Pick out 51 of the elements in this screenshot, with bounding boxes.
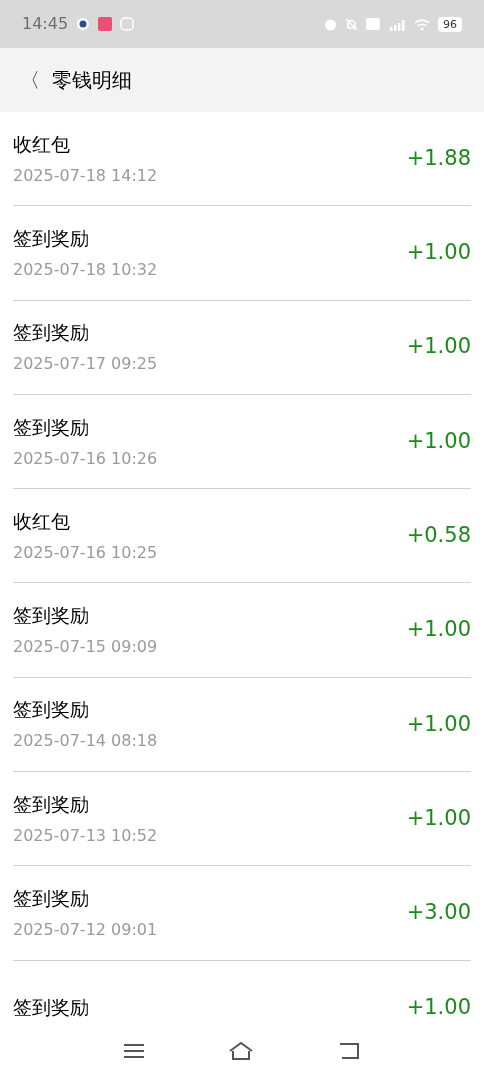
transaction-title: 签到奖励 xyxy=(13,414,90,439)
transaction-title: 收红包 xyxy=(13,508,71,533)
back-icon[interactable] xyxy=(338,1042,360,1060)
transaction-title: 签到奖励 xyxy=(13,320,90,345)
transaction-row[interactable]: 签到奖励 2025-07-14 08:18 +1.00 xyxy=(13,677,471,773)
battery-level: 96 xyxy=(438,16,462,32)
app-icon xyxy=(98,17,113,31)
transaction-date: 2025-07-16 10:26 xyxy=(13,448,159,469)
transaction-amount: +1.00 xyxy=(406,333,471,361)
transaction-date: 2025-07-12 09:01 xyxy=(13,920,159,940)
page-title: 零钱明细 xyxy=(52,67,132,94)
transaction-date: 2025-07-13 10:52 xyxy=(13,825,159,846)
transaction-date: 2025-07-18 10:32 xyxy=(13,259,159,280)
transaction-date: 2025-07-17 09:25 xyxy=(13,354,159,375)
transaction-date: 2025-07-14 08:18 xyxy=(13,731,159,752)
status-time: 14:45 xyxy=(22,13,69,35)
transaction-row[interactable]: 签到奖励 2025-07-16 10:26 +1.00 xyxy=(13,394,471,490)
transaction-row[interactable]: 收红包 2025-07-16 10:25 +0.58 xyxy=(13,489,471,584)
transaction-row[interactable]: 签到奖励 2025-07-12 09:01 +3.00 xyxy=(13,866,471,961)
transaction-title: 签到奖励 xyxy=(13,225,90,250)
transaction-row[interactable]: 签到奖励 2025-07-18 10:32 +1.00 xyxy=(13,206,471,301)
home-icon[interactable] xyxy=(228,1041,254,1061)
transaction-row[interactable]: 签到奖励 2025-07-15 09:09 +1.00 xyxy=(13,583,471,678)
transaction-row[interactable]: 收红包 2025-07-18 14:12 +1.88 xyxy=(13,112,471,207)
transaction-row[interactable]: 签到奖励 2025-07-17 09:25 +1.00 xyxy=(13,300,471,395)
signal-icon xyxy=(388,17,406,31)
transaction-row[interactable]: 签到奖励 2025-07-13 10:52 +1.00 xyxy=(13,772,471,867)
transaction-date: 2025-07-18 14:12 xyxy=(13,165,159,186)
transaction-date: 2025-07-15 09:09 xyxy=(13,637,159,658)
app-icon xyxy=(120,17,135,31)
transaction-amount: +1.00 xyxy=(406,616,471,644)
transaction-amount: +1.00 xyxy=(406,427,471,455)
transaction-title: 签到奖励 xyxy=(13,995,90,1020)
back-button[interactable]: 〈 xyxy=(20,65,40,95)
transaction-date: 2025-07-16 10:25 xyxy=(13,542,159,563)
app-icon xyxy=(76,17,91,31)
menu-icon[interactable] xyxy=(124,1043,144,1059)
transaction-amount: +0.58 xyxy=(406,522,471,550)
transaction-amount: +1.88 xyxy=(406,144,471,172)
transaction-amount: +3.00 xyxy=(406,899,471,927)
transaction-title: 签到奖励 xyxy=(13,697,90,722)
transaction-title: 签到奖励 xyxy=(13,791,90,816)
wifi-icon xyxy=(414,17,430,31)
transaction-title: 签到奖励 xyxy=(13,886,90,910)
transaction-title: 收红包 xyxy=(13,131,71,156)
transaction-title: 签到奖励 xyxy=(13,603,90,628)
transaction-amount: +1.00 xyxy=(406,239,471,267)
mute-icon xyxy=(345,17,358,31)
transaction-amount: +1.00 xyxy=(406,710,471,738)
transaction-amount: +1.00 xyxy=(406,993,471,1021)
transaction-amount: +1.00 xyxy=(406,804,471,832)
